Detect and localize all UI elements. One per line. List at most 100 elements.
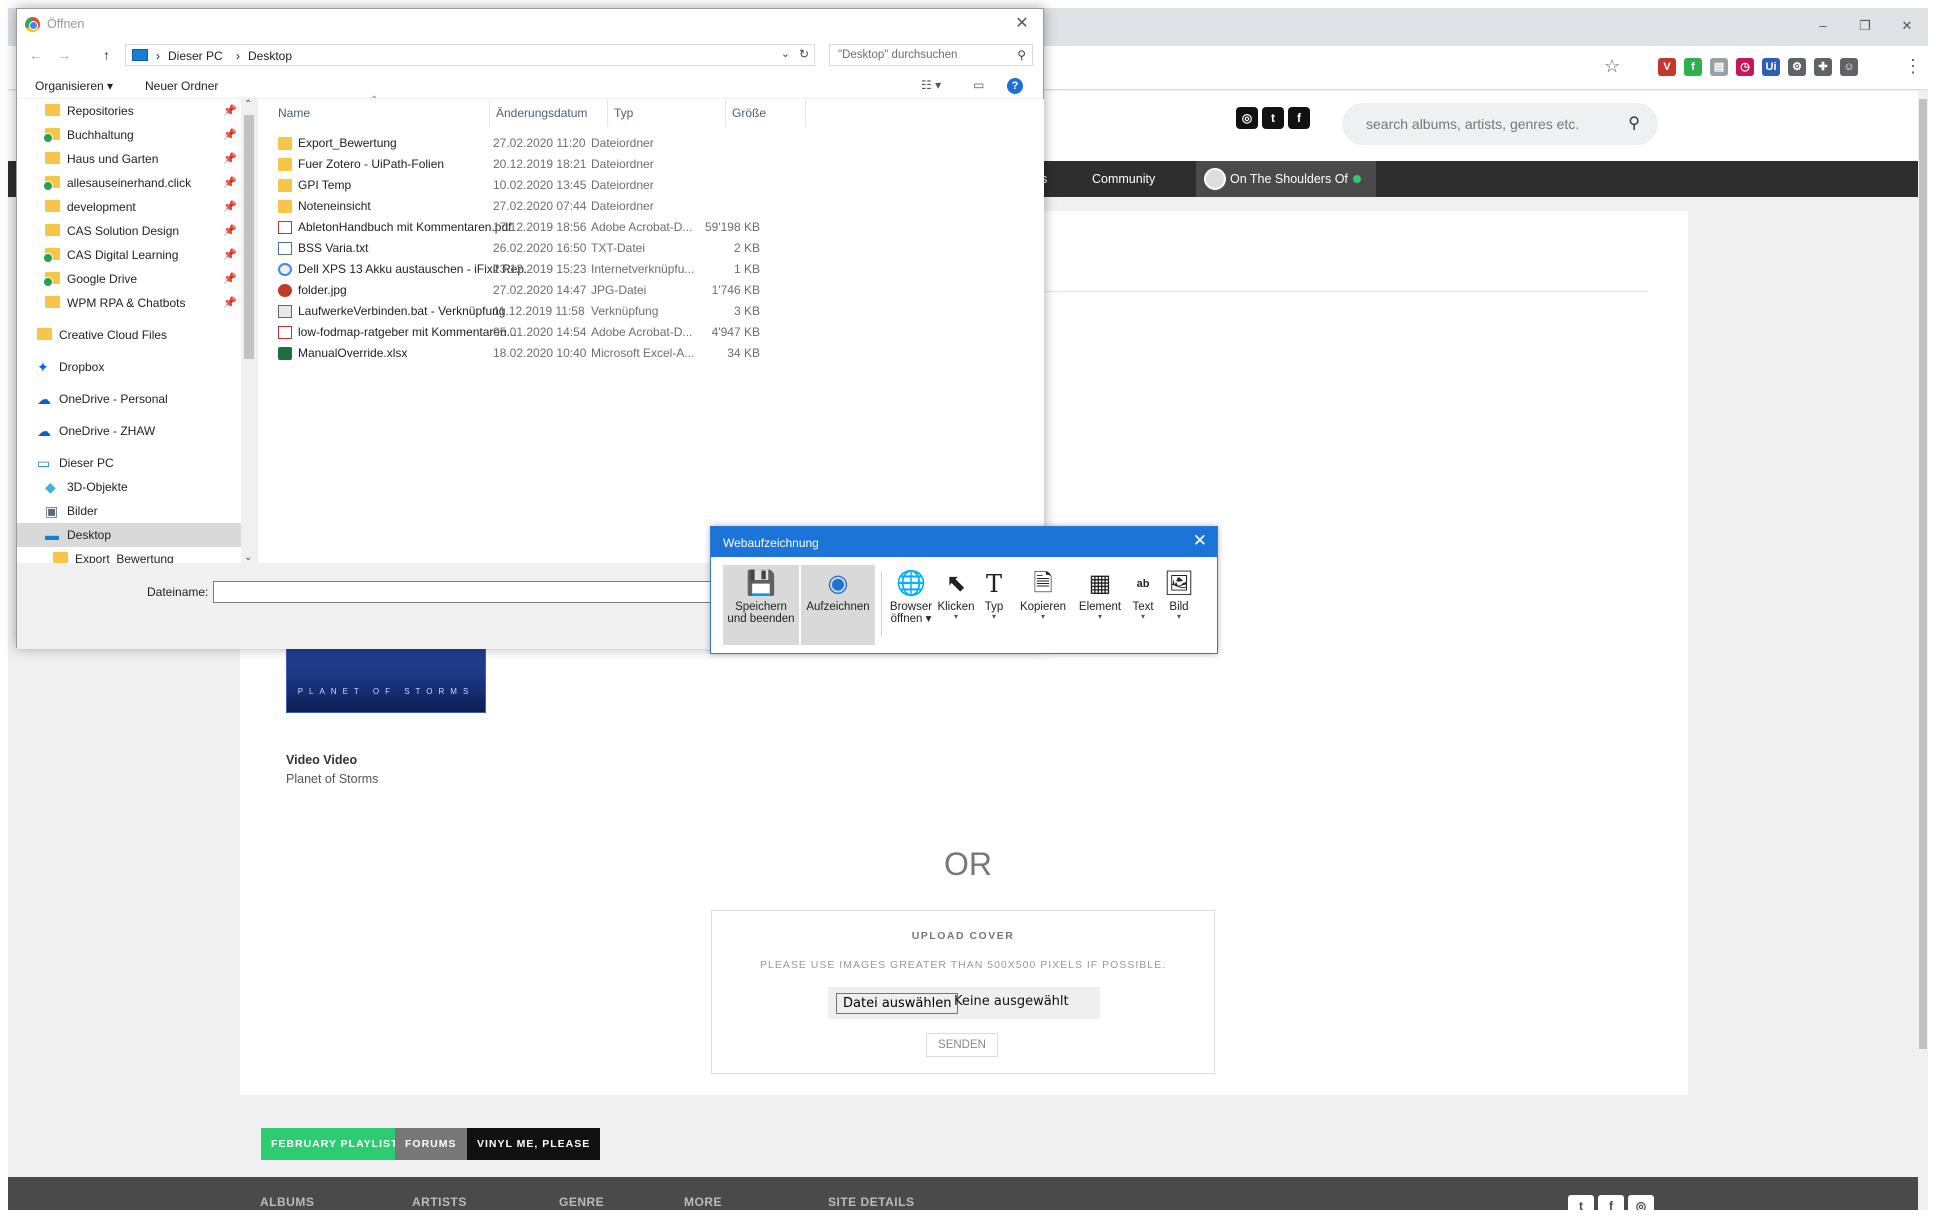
element-button[interactable]: ▦ Element ▾ (1075, 565, 1125, 645)
uipath-icon[interactable]: Ui (1762, 58, 1780, 76)
page-scrollbar[interactable] (1918, 91, 1928, 1210)
column-type[interactable]: Typ (608, 99, 726, 127)
choose-file-button[interactable]: Datei auswählen (836, 993, 959, 1014)
nav-item-onedrive-zhaw[interactable]: ☁ OneDrive - ZHAW (17, 419, 241, 443)
nav-item-dropbox[interactable]: ✦ Dropbox (17, 355, 241, 379)
nav-item-cas-digital-learning[interactable]: CAS Digital Learning 📌 (17, 243, 241, 267)
filename-input[interactable] (213, 581, 733, 603)
footer-more[interactable]: MORE (684, 1195, 722, 1209)
file-row[interactable]: AbletonHandbuch mit Kommentaren.pdf 17.12… (258, 217, 818, 238)
pin-icon[interactable]: 📌 (223, 195, 237, 219)
nav-item-wpm-rpa-chatbots[interactable]: WPM RPA & Chatbots 📌 (17, 291, 241, 315)
nav-item-bilder[interactable]: ▣ Bilder (17, 499, 241, 523)
nav-item-buchhaltung[interactable]: Buchhaltung 📌 (17, 123, 241, 147)
dialog-close-button[interactable]: ✕ (1001, 9, 1043, 39)
image-button[interactable]: 🖼 Bild ▾ (1163, 565, 1195, 645)
nav-item-creative-cloud-files[interactable]: Creative Cloud Files (17, 323, 241, 347)
pin-icon[interactable]: 📌 (223, 267, 237, 291)
twitter-icon[interactable]: t (1262, 107, 1284, 129)
new-folder-button[interactable]: Neuer Ordner (145, 79, 218, 93)
search-icon[interactable]: ⚲ (1017, 45, 1026, 65)
vinyl-me-please-button[interactable]: VINYL ME, PLEASE (467, 1128, 601, 1160)
close-window-button[interactable]: ✕ (1888, 14, 1926, 38)
save-exit-button[interactable]: 💾 Speichern und beenden (723, 565, 799, 645)
file-row[interactable]: GPI Temp 10.02.2020 13:45 Dateiordner (258, 175, 818, 196)
puzzle-icon[interactable]: ✚ (1814, 58, 1832, 76)
browser-menu-icon[interactable]: ⋮ (1904, 56, 1922, 77)
nav-scrollbar[interactable]: ⌃ ⌄ (241, 99, 257, 563)
feedly-icon[interactable]: f (1684, 58, 1702, 76)
nav-item-haus-und-garten[interactable]: Haus und Garten 📌 (17, 147, 241, 171)
file-row[interactable]: ManualOverride.xlsx 18.02.2020 10:40 Micro… (258, 343, 818, 364)
pin-icon[interactable]: 📌 (223, 123, 237, 147)
vivaldi-icon[interactable]: V (1658, 58, 1676, 76)
search-icon[interactable]: ⚲ (1628, 103, 1640, 145)
footer-instagram-icon[interactable]: ◎ (1628, 1195, 1654, 1210)
organize-button[interactable]: Organisieren ▾ (35, 79, 113, 93)
footer-facebook-icon[interactable]: f (1598, 1195, 1624, 1210)
up-arrow-icon[interactable]: ↑ (103, 47, 110, 63)
chevron-down-icon[interactable]: ⌄ (244, 552, 252, 563)
view-options-icon[interactable]: ☷ ▾ (921, 78, 941, 92)
pin-icon[interactable]: 📌 (223, 99, 237, 123)
text-button[interactable]: ab Text ▾ (1127, 565, 1159, 645)
nav-item-3d-objekte[interactable]: ◆ 3D-Objekte (17, 475, 241, 499)
facebook-icon[interactable]: f (1288, 107, 1310, 129)
footer-genre[interactable]: GENRE (559, 1195, 604, 1209)
nav-item-development[interactable]: development 📌 (17, 195, 241, 219)
dialog-titlebar[interactable]: Öffnen ✕ (17, 9, 1043, 39)
gear-icon[interactable]: ⚙ (1788, 58, 1806, 76)
pin-icon[interactable]: 📌 (223, 243, 237, 267)
nav-item-repositories[interactable]: Repositories 📌 (17, 99, 241, 123)
page-scrollbar-thumb[interactable] (1919, 99, 1927, 1049)
profile-icon[interactable]: ☺ (1840, 58, 1858, 76)
help-icon[interactable]: ? (1007, 78, 1023, 94)
bookmark-star-icon[interactable]: ☆ (1604, 56, 1620, 77)
minimize-button[interactable]: – (1804, 14, 1842, 38)
recorder-titlebar[interactable]: Webaufzeichnung ✕ (711, 527, 1217, 557)
album-title[interactable]: Video Video (286, 753, 357, 767)
february-playlist-button[interactable]: FEBRUARY PLAYLIST (261, 1128, 409, 1160)
forward-arrow-icon[interactable]: → (57, 47, 71, 63)
file-row[interactable]: BSS Varia.txt 26.02.2020 16:50 TXT-Datei 2 … (258, 238, 818, 259)
nav-item-allesauseinerhand-click[interactable]: allesauseinerhand.click 📌 (17, 171, 241, 195)
footer-albums[interactable]: ALBUMS (260, 1195, 314, 1209)
footer-artists[interactable]: ARTISTS (412, 1195, 467, 1209)
file-row[interactable]: Dell XPS 13 Akku austauschen - iFixit Re… (258, 259, 818, 280)
pin-icon[interactable]: 📌 (223, 291, 237, 315)
column-name[interactable]: Name (272, 99, 490, 127)
refresh-icon[interactable]: ↻ (799, 47, 809, 61)
open-browser-button[interactable]: 🌐 Browser öffnen ▾ (889, 565, 933, 645)
crumb-dieser-pc[interactable]: Dieser PC (168, 49, 223, 63)
chevron-down-icon[interactable]: ⌄ (781, 47, 790, 60)
pin-icon[interactable]: 📌 (223, 171, 237, 195)
footer-twitter-icon[interactable]: t (1568, 1195, 1594, 1210)
restore-button[interactable]: ❐ (1846, 14, 1884, 38)
nav-scrollbar-thumb[interactable] (244, 115, 254, 359)
click-button[interactable]: ⬉ Klicken ▾ (935, 565, 977, 645)
back-arrow-icon[interactable]: ← (29, 47, 43, 63)
nav-item-desktop[interactable]: ▬ Desktop (17, 523, 241, 547)
copy-button[interactable]: 🗎 Kopieren ▾ (1017, 565, 1069, 645)
nav-item-community[interactable]: Community (1092, 161, 1155, 197)
pin-icon[interactable]: 📌 (223, 147, 237, 171)
nav-item-dieser-pc[interactable]: ▭ Dieser PC (17, 451, 241, 475)
site-search-input[interactable]: search albums, artists, genres etc. ⚲ (1342, 103, 1658, 145)
address-bar[interactable]: › Dieser PC › Desktop ⌄ ↻ (125, 44, 815, 66)
instagram-icon[interactable]: ◎ (1236, 107, 1258, 129)
file-row[interactable]: Fuer Zotero - UiPath-Folien 20.12.2019 18… (258, 154, 818, 175)
nav-item-onedrive-personal[interactable]: ☁ OneDrive - Personal (17, 387, 241, 411)
dialog-search-input[interactable]: "Desktop" durchsuchen ⚲ (829, 44, 1033, 66)
footer-site-details[interactable]: SITE DETAILS (828, 1195, 914, 1209)
nav-item-google-drive[interactable]: Google Drive 📌 (17, 267, 241, 291)
forums-button[interactable]: FORUMS (395, 1128, 467, 1160)
nav-item-export-bewertung[interactable]: Export_Bewertung (17, 547, 241, 563)
nav-item-cas-solution-design[interactable]: CAS Solution Design 📌 (17, 219, 241, 243)
recorder-close-icon[interactable]: ✕ (1193, 531, 1207, 551)
type-button[interactable]: T Typ ▾ (979, 565, 1009, 645)
file-row[interactable]: low-fodmap-ratgeber mit Kommentaren... 05… (258, 322, 818, 343)
column-date[interactable]: Änderungsdatum (490, 99, 608, 127)
chevron-up-icon[interactable]: ⌃ (244, 99, 252, 110)
document-icon[interactable]: ▤ (1710, 58, 1728, 76)
file-row[interactable]: Export_Bewertung 27.02.2020 11:20 Dateiord… (258, 133, 818, 154)
